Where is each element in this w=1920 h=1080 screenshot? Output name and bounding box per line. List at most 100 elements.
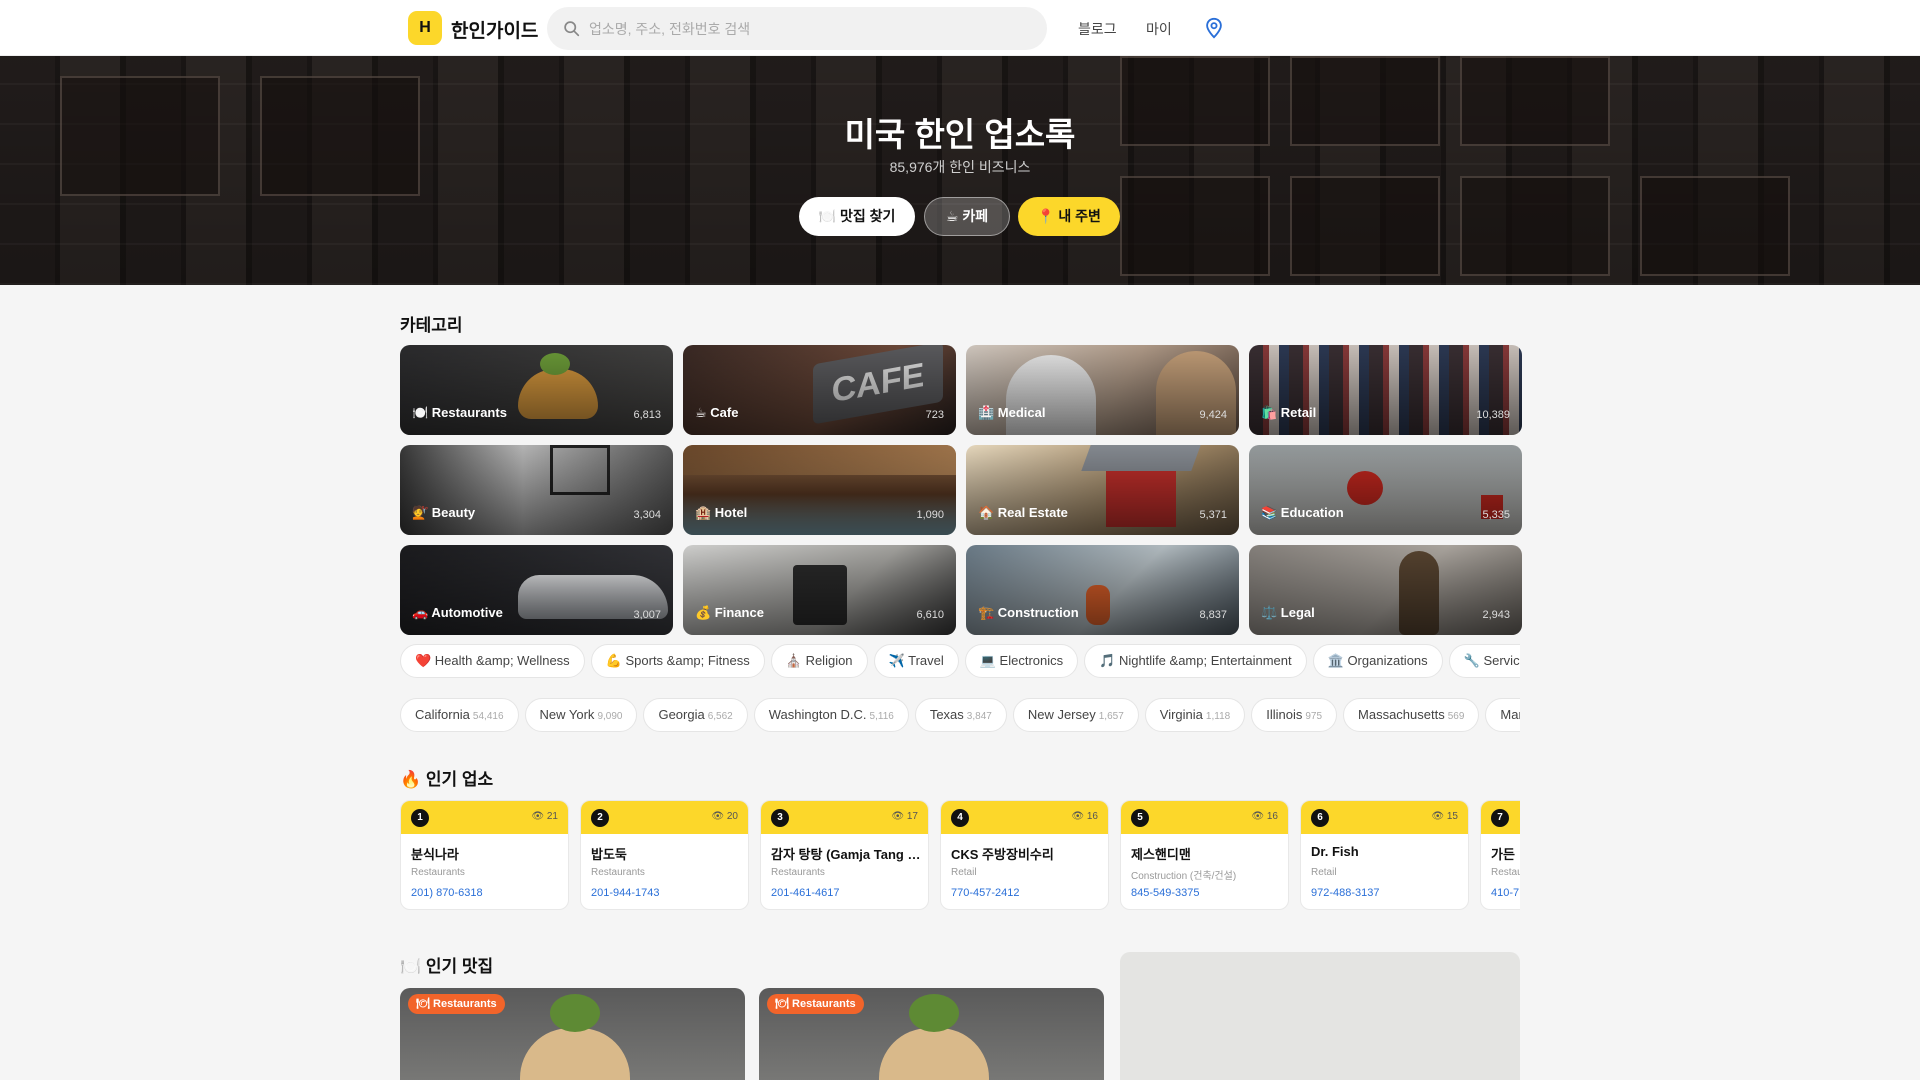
chip-sports-fitness[interactable]: 💪 Sports &amp; Fitness — [590, 644, 765, 678]
logo-mark[interactable]: H — [408, 11, 442, 45]
business-phone[interactable]: 410-7 — [1491, 887, 1519, 899]
subcategory-chips: ❤️ Health &amp; Wellness 💪 Sports &amp; F… — [400, 644, 1520, 680]
category-label: ☕ Cafe — [695, 405, 739, 420]
popular-card[interactable]: 7 가든 Restaurants 410-7 — [1480, 800, 1520, 910]
nav-my-link[interactable]: 마이 — [1146, 19, 1172, 39]
view-count: 👁 15 — [1431, 811, 1458, 822]
category-card-legal[interactable]: ⚖️ Legal 2,943 — [1249, 545, 1522, 635]
chip-health-wellness[interactable]: ❤️ Health &amp; Wellness — [400, 644, 585, 678]
view-count: 👁 20 — [711, 811, 738, 822]
category-card-cafe[interactable]: CAFE ☕ Cafe 723 — [683, 345, 956, 435]
category-label: 🚗 Automotive — [412, 605, 503, 620]
state-chip[interactable]: New Jersey 1,657 — [1012, 698, 1139, 732]
business-phone[interactable]: 845-549-3375 — [1131, 887, 1200, 899]
state-chip[interactable]: Virginia 1,118 — [1144, 698, 1246, 732]
state-chip[interactable]: New York 9,090 — [524, 698, 638, 732]
find-restaurants-button[interactable]: 🍽️ 맛집 찾기 — [799, 197, 915, 236]
category-count: 1,090 — [916, 509, 944, 521]
category-card-retail[interactable]: 🛍️ Retail 10,389 — [1249, 345, 1522, 435]
rank-badge: 4 — [951, 809, 969, 827]
category-label: 🏨 Hotel — [695, 505, 748, 520]
location-pin-icon[interactable] — [1203, 17, 1225, 39]
chip-travel[interactable]: ✈️ Travel — [873, 644, 959, 678]
restaurant-card[interactable]: 🍽 Restaurants — [759, 988, 1104, 1080]
popular-card[interactable]: 3 👁 17 감자 탕탕 (Gamja Tang Tang) Restaurants 2… — [760, 800, 929, 910]
category-card-automotive[interactable]: 🚗 Automotive 3,007 — [400, 545, 673, 635]
state-chip[interactable]: Maryland — [1485, 698, 1520, 732]
category-count: 5,371 — [1199, 509, 1227, 521]
category-count: 6,813 — [633, 409, 661, 421]
food-image — [520, 1028, 630, 1080]
hero-title: 미국 한인 업소록 — [844, 116, 1076, 153]
food-image — [909, 994, 959, 1032]
state-count: 569 — [1447, 711, 1465, 722]
state-chip[interactable]: Georgia 6,562 — [643, 698, 748, 732]
state-chip[interactable]: Illinois 975 — [1251, 698, 1338, 732]
hero-window-decoration — [1640, 176, 1790, 276]
hero-banner: 미국 한인 업소록 85,976개 한인 비즈니스 🍽️ 맛집 찾기 ☕ 카페 … — [0, 56, 1920, 285]
nav-blog-link[interactable]: 블로그 — [1078, 19, 1117, 39]
business-name: Dr. Fish — [1311, 844, 1359, 859]
category-card-finance[interactable]: 💰 Finance 6,610 — [683, 545, 956, 635]
rank-badge: 7 — [1491, 809, 1509, 827]
popular-card[interactable]: 4 👁 16 CKS 주방장비수리 Retail 770-457-2412 — [940, 800, 1109, 910]
category-label: 🛍️ Retail — [1261, 405, 1317, 420]
state-name: Massachusetts — [1358, 707, 1445, 722]
food-image — [550, 994, 600, 1032]
business-category: Restaurants — [411, 867, 465, 878]
category-card-hotel[interactable]: 🏨 Hotel 1,090 — [683, 445, 956, 535]
popular-card[interactable]: 2 👁 20 밥도둑 Restaurants 201-944-1743 — [580, 800, 749, 910]
business-phone[interactable]: 201-461-4617 — [771, 887, 840, 899]
category-card-beauty[interactable]: 💇 Beauty 3,304 — [400, 445, 673, 535]
category-count: 5,335 — [1482, 509, 1510, 521]
state-name: Washington D.C. — [768, 707, 867, 722]
business-phone[interactable]: 201-944-1743 — [591, 887, 660, 899]
state-chip[interactable]: Washington D.C. 5,116 — [753, 698, 909, 732]
category-card-education[interactable]: 📚 Education 5,335 — [1249, 445, 1522, 535]
state-count: 6,562 — [707, 711, 733, 722]
business-phone[interactable]: 770-457-2412 — [951, 887, 1020, 899]
nearby-button[interactable]: 📍 내 주변 — [1018, 197, 1120, 236]
hero-subtitle: 85,976개 한인 비즈니스 — [889, 159, 1031, 175]
state-name: Virginia — [1159, 707, 1203, 722]
category-count: 3,007 — [633, 609, 661, 621]
chip-services[interactable]: 🔧 Services — [1448, 644, 1520, 678]
popular-card[interactable]: 5 👁 16 제스핸디맨 Construction (건축/건설) 845-549-33… — [1120, 800, 1289, 910]
rank-badge: 1 — [411, 809, 429, 827]
popular-card[interactable]: 6 👁 15 Dr. Fish Retail 972-488-3137 — [1300, 800, 1469, 910]
state-chip[interactable]: Texas 3,847 — [914, 698, 1007, 732]
category-card-real-estate[interactable]: 🏠 Real Estate 5,371 — [966, 445, 1239, 535]
business-category: Retail — [1311, 867, 1337, 878]
category-card-medical[interactable]: 🏥 Medical 9,424 — [966, 345, 1239, 435]
logo-text[interactable]: 한인가이드 — [451, 16, 538, 43]
business-name: 가든 — [1491, 847, 1515, 862]
search-bar[interactable] — [547, 7, 1047, 50]
chip-nightlife-entertainment[interactable]: 🎵 Nightlife &amp; Entertainment — [1084, 644, 1307, 678]
map-panel[interactable] — [1120, 952, 1520, 1080]
category-count: 10,389 — [1476, 409, 1510, 421]
rank-badge: 2 — [591, 809, 609, 827]
restaurant-category-tag: 🍽 Restaurants — [408, 994, 505, 1014]
cafe-button[interactable]: ☕ 카페 — [924, 197, 1010, 236]
state-chip[interactable]: Massachusetts 569 — [1343, 698, 1480, 732]
chip-organizations[interactable]: 🏛️ Organizations — [1312, 644, 1443, 678]
business-category: Construction (건축/건설) — [1131, 871, 1237, 882]
state-count: 1,657 — [1098, 711, 1124, 722]
popular-card[interactable]: 1 👁 21 분식나라 Restaurants 201) 870-6318 — [400, 800, 569, 910]
restaurant-card[interactable]: 🍽 Restaurants — [400, 988, 745, 1080]
hero-window-decoration — [1120, 176, 1270, 276]
business-phone[interactable]: 972-488-3137 — [1311, 887, 1380, 899]
search-input[interactable] — [589, 7, 1029, 50]
chip-religion[interactable]: ⛪ Religion — [770, 644, 868, 678]
state-chip[interactable]: California 54,416 — [400, 698, 519, 732]
popular-heading: 🔥 인기 업소 — [400, 770, 494, 789]
categories-heading: 카테고리 — [400, 316, 463, 335]
category-label: 🏠 Real Estate — [978, 505, 1068, 520]
category-card-restaurants[interactable]: 🍽️ Restaurants 6,813 — [400, 345, 673, 435]
chip-electronics[interactable]: 💻 Electronics — [964, 644, 1079, 678]
state-count: 975 — [1305, 711, 1323, 722]
category-card-construction[interactable]: 🏗️ Construction 8,837 — [966, 545, 1239, 635]
state-name: Maryland — [1500, 707, 1520, 722]
business-phone[interactable]: 201) 870-6318 — [411, 887, 483, 899]
view-count: 👁 16 — [1071, 811, 1098, 822]
